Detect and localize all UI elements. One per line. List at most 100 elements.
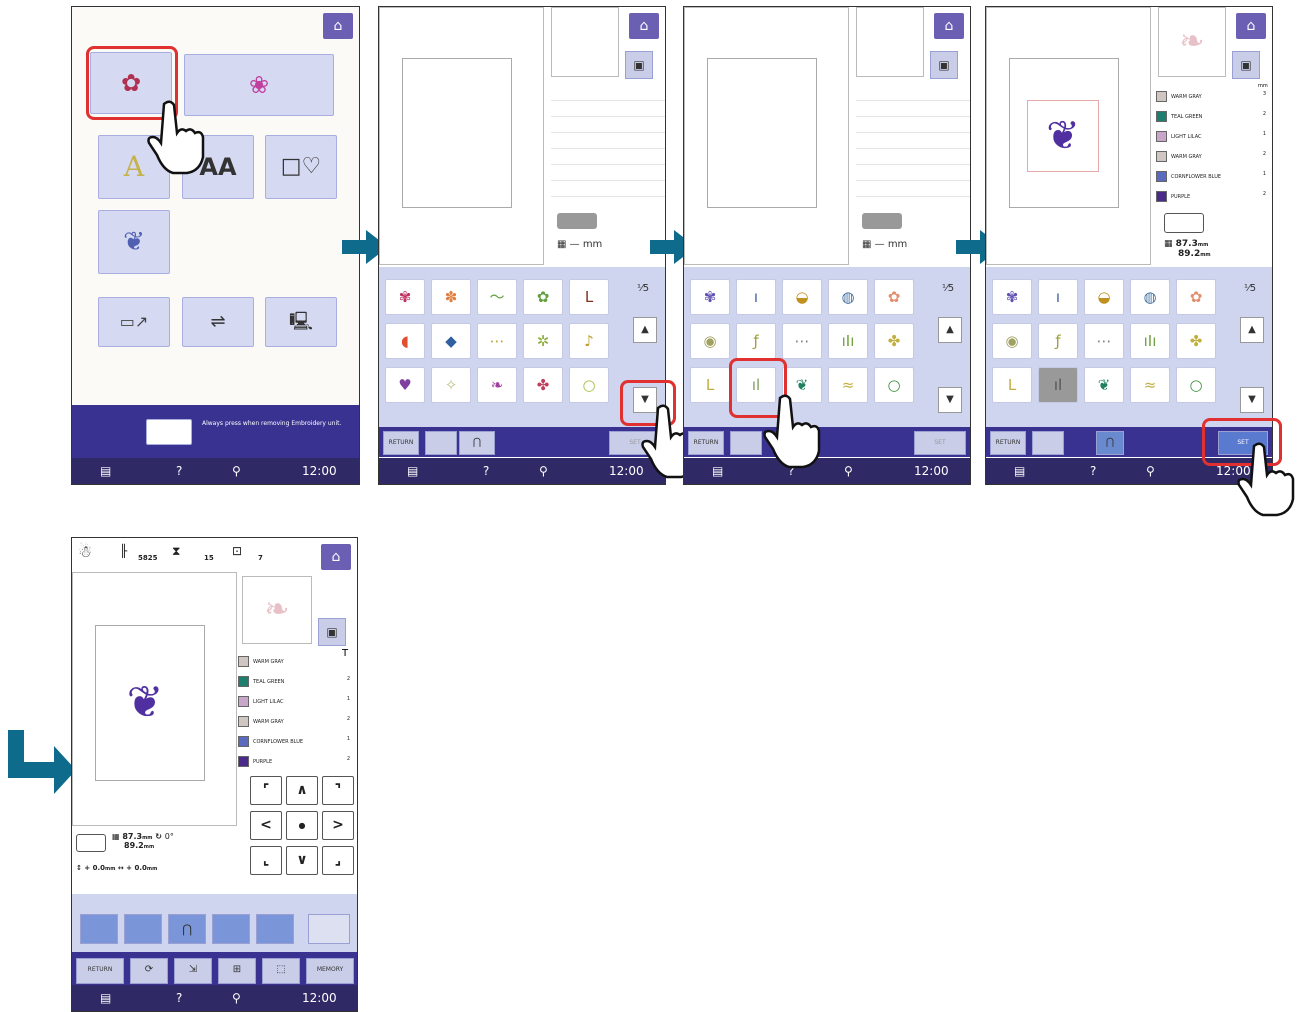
pattern-tile[interactable]: ◉ [992,323,1032,359]
pattern-tile[interactable]: L [569,279,609,315]
return-button[interactable]: RETURN [383,431,419,455]
pattern-tile[interactable]: ✿ [523,279,563,315]
edit-button[interactable] [124,914,162,944]
move-up-button[interactable]: ∧ [286,776,318,805]
move-up-right-button[interactable]: ⌝ [322,776,354,805]
pattern-tile[interactable]: ıIı [828,323,868,359]
edit-tool-button[interactable]: ⇲ [174,958,212,984]
page-icon[interactable]: ▤ [712,464,723,478]
pattern-tile[interactable]: ⋯ [1084,323,1124,359]
pattern-tile[interactable]: ◆ [431,323,471,359]
page-icon[interactable]: ▤ [100,991,111,1005]
pattern-tile[interactable]: L [992,367,1032,403]
pattern-tile[interactable]: ◍ [1130,279,1170,315]
home-icon[interactable]: ⌂ [934,13,964,39]
pattern-tile[interactable]: ♥ [385,367,425,403]
pattern-tile[interactable]: ≈ [1130,367,1170,403]
pattern-tile[interactable]: ♪ [569,323,609,359]
move-down-button[interactable]: ∨ [286,846,318,875]
pattern-tile[interactable]: ƒ [1038,323,1078,359]
pattern-tile[interactable]: ✲ [523,323,563,359]
trial-button[interactable]: ⬚ [262,958,300,984]
move-up-left-button[interactable]: ⌜ [250,776,282,805]
view-button[interactable]: ▣ [318,618,346,646]
pattern-tile[interactable]: ○ [569,367,609,403]
presser-foot-icon[interactable]: ⚲ [232,464,241,478]
scroll-up-button[interactable]: ▲ [938,317,962,343]
help-button[interactable]: ? [176,464,182,478]
move-down-left-button[interactable]: ⌞ [250,846,282,875]
pattern-tile[interactable]: ○ [874,367,914,403]
monogram-button[interactable]: ❦ [98,210,170,274]
return-button[interactable]: RETURN [688,431,724,455]
pattern-tile[interactable]: ❦ [1084,367,1124,403]
pattern-tile[interactable]: ◒ [1084,279,1124,315]
scroll-up-button[interactable]: ▲ [1240,317,1264,343]
pattern-tile[interactable]: ıIı [1130,323,1170,359]
page-icon[interactable]: ▤ [100,464,111,478]
mirror-button[interactable]: ⋂ [168,914,206,944]
home-icon[interactable]: ⌂ [323,13,353,39]
pattern-tile-selected[interactable]: ıl [1038,367,1078,403]
pattern-tile[interactable]: ✤ [523,367,563,403]
move-left-button[interactable]: < [250,811,282,840]
pattern-tile[interactable]: ◍ [828,279,868,315]
move-right-button[interactable]: > [322,811,354,840]
pattern-tile[interactable]: ✤ [874,323,914,359]
computer-button[interactable]: 🖳 [265,297,337,347]
frame-shape-button[interactable]: □♡ [265,135,337,199]
pattern-tile[interactable]: ◉ [690,323,730,359]
embroidery-card-button[interactable]: ▭↗ [98,297,170,347]
usb-button[interactable]: ⇌ [182,297,254,347]
mirror-button[interactable]: ⋂ [459,431,495,455]
home-icon[interactable]: ⌂ [321,544,351,570]
edit-tool-button[interactable]: ⊞ [218,958,256,984]
pattern-tile[interactable]: ✾ [690,279,730,315]
pattern-tile[interactable]: 〜 [477,279,517,315]
scroll-up-button[interactable]: ▲ [633,317,657,343]
help-button[interactable]: ? [483,464,489,478]
pattern-tile[interactable]: ✽ [431,279,471,315]
pattern-tile[interactable]: L [690,367,730,403]
pattern-tile[interactable]: ✾ [385,279,425,315]
presser-foot-icon[interactable]: ⚲ [232,991,241,1005]
edit-tool-button[interactable]: ⟳ [130,958,168,984]
pattern-tile[interactable]: ✾ [992,279,1032,315]
mirror-button[interactable]: ⋂ [1096,431,1124,455]
pattern-tile[interactable]: ı [736,279,776,315]
view-button[interactable]: ▣ [625,51,653,79]
home-icon[interactable]: ⌂ [1236,13,1266,39]
scroll-down-button[interactable]: ▼ [1240,387,1264,413]
pattern-tile[interactable]: ◖ [385,323,425,359]
edit-button[interactable] [80,914,118,944]
pattern-tile[interactable]: ✧ [431,367,471,403]
presser-foot-icon[interactable]: ⚲ [1146,464,1155,478]
presser-foot-icon[interactable]: ⚲ [539,464,548,478]
help-button[interactable]: ? [1090,464,1096,478]
pattern-tile[interactable]: ✿ [874,279,914,315]
pattern-tile[interactable]: ○ [1176,367,1216,403]
pattern-tile[interactable]: ≈ [828,367,868,403]
page-icon[interactable]: ▤ [407,464,418,478]
pattern-tile[interactable]: ✤ [1176,323,1216,359]
center-button[interactable]: ● [286,811,318,840]
home-icon[interactable]: ⌂ [629,13,659,39]
pattern-tile[interactable]: ◒ [782,279,822,315]
move-down-right-button[interactable]: ⌟ [322,846,354,875]
memory-button[interactable]: MEMORY [306,958,354,984]
presser-foot-icon[interactable]: ⚲ [844,464,853,478]
pattern-tile[interactable]: ı [1038,279,1078,315]
edit-button[interactable] [212,914,250,944]
pattern-tile[interactable]: ❧ [477,367,517,403]
pattern-tile[interactable]: ƒ [736,323,776,359]
page-icon[interactable]: ▤ [1014,464,1025,478]
return-button[interactable]: RETURN [76,958,124,984]
view-button[interactable]: ▣ [1232,51,1260,79]
edit-button[interactable] [256,914,294,944]
pattern-tile[interactable]: ✿ [1176,279,1216,315]
pattern-tile[interactable]: ⋯ [477,323,517,359]
return-button[interactable]: RETURN [990,431,1026,455]
set-button[interactable]: SET [914,431,966,455]
scroll-down-button[interactable]: ▼ [938,387,962,413]
help-button[interactable]: ? [176,991,182,1005]
